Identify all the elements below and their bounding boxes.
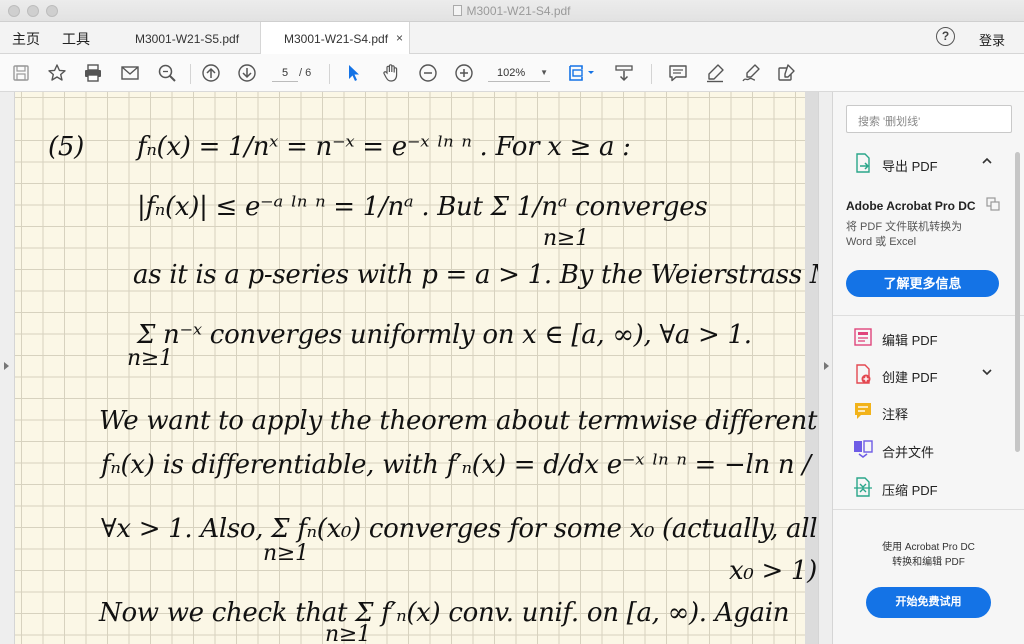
handwriting-line: as it is a p-series with p = a > 1. By t… [133,260,818,290]
combine-files-label: 合并文件 [882,445,935,460]
zoom-in-icon[interactable] [454,63,474,83]
comment-label: 注释 [882,407,909,422]
edit-pdf-item[interactable]: 编辑 PDF [833,319,1024,355]
create-pdf-item[interactable]: 创建 PDF [833,356,1024,392]
pdf-page: (5) fₙ(x) = 1/nˣ = n⁻ˣ = e⁻ˣ ˡⁿ ⁿ . For … [15,92,818,644]
sign-icon[interactable] [741,63,761,83]
compress-pdf-icon [853,477,873,497]
export-pdf-label: 导出 PDF [882,159,938,174]
handwriting-line: x₀ > 1). [729,556,818,586]
panel-scrollbar[interactable] [1015,152,1020,452]
promo-description: 将 PDF 文件联机转换为 Word 或 Excel [846,221,963,248]
tab-document-s4[interactable]: M3001-W21-S4.pdf × [260,22,410,55]
tab-label: M3001-W21-S5.pdf [135,32,240,46]
zoom-value: 102% [497,67,526,79]
fill-sign-icon[interactable] [777,63,797,83]
left-panel-toggle[interactable] [0,92,15,644]
toolbar-divider [329,64,330,84]
page-up-icon[interactable] [201,63,221,83]
compress-pdf-label: 压缩 PDF [882,483,938,498]
zoom-out-icon[interactable] [418,63,438,83]
comment-tool-icon [853,401,873,421]
zoom-search-icon[interactable] [157,63,177,83]
menu-home[interactable]: 主页 [12,29,40,49]
handwriting-subscript: n≥1 [263,541,309,566]
export-pdf-item[interactable]: 导出 PDF [833,145,1024,181]
create-pdf-label: 创建 PDF [882,370,938,385]
chevron-down-icon[interactable] [981,366,993,381]
edit-pdf-icon [853,327,873,347]
handwriting-line: fₙ(x) is differentiable, with f′ₙ(x) = d… [101,450,818,480]
help-icon[interactable]: ? [936,27,955,46]
zoom-select[interactable]: 102% ▼ [488,64,550,82]
promo-footer-line1: 使用 Acrobat Pro DC [882,542,975,553]
scroll-mode-icon[interactable] [614,63,634,83]
email-icon[interactable] [120,63,140,83]
menu-tools[interactable]: 工具 [62,29,90,49]
window-title-text: M3001-W21-S4.pdf [466,4,571,18]
page-down-icon[interactable] [237,63,257,83]
window-title: M3001-W21-S4.pdf [0,4,1024,18]
handwriting-subscript: n≥1 [543,226,589,251]
panel-divider [833,509,1024,510]
chevron-down-icon: ▼ [540,68,548,77]
handwriting-line: fₙ(x) = 1/nˣ = n⁻ˣ = e⁻ˣ ˡⁿ ⁿ . For x ≥ … [137,132,631,162]
tab-bar: 主页 工具 M3001-W21-S5.pdf M3001-W21-S4.pdf ×… [0,22,1024,55]
create-pdf-icon [853,364,873,384]
print-icon[interactable] [83,63,103,83]
toolbar-divider [651,64,652,84]
comment-icon[interactable] [668,63,688,83]
document-viewport[interactable]: (5) fₙ(x) = 1/nˣ = n⁻ˣ = e⁻ˣ ˡⁿ ⁿ . For … [15,92,818,644]
expand-left-icon [4,362,9,370]
promo-footer-line2: 转换和编辑 PDF [892,557,965,568]
handwriting-line: |fₙ(x)| ≤ e⁻ᵃ ˡⁿ ⁿ = 1/nᵃ . But Σ 1/nᵃ c… [137,192,708,222]
combine-files-icon [853,439,873,459]
handwriting-line: ∀x > 1. Also, Σ fₙ(x₀) converges for som… [101,514,818,544]
handwriting-line: Σ n⁻ˣ converges uniformly on x ∈ [a, ∞),… [137,320,752,350]
fit-page-icon[interactable] [566,63,596,83]
handwriting-line: (5) [48,132,84,162]
right-panel-toggle[interactable] [818,92,833,644]
toolbar: 5 / 6 102% ▼ [0,54,1024,92]
page-total: / 6 [299,67,312,79]
save-icon[interactable] [11,63,31,83]
tools-search-input[interactable]: 搜索 '删划线' [846,105,1012,133]
toolbar-divider [190,64,191,84]
combine-files-item[interactable]: 合并文件 [833,431,1024,467]
select-cursor-icon[interactable] [344,63,364,83]
page-number-input[interactable]: 5 [272,64,298,82]
title-bar: M3001-W21-S4.pdf [0,0,1024,22]
handwriting-subscript: n≥1 [325,622,371,644]
document-icon [453,5,463,16]
export-pdf-icon [853,153,873,173]
hand-icon[interactable] [381,63,401,83]
comment-item[interactable]: 注释 [833,393,1024,429]
handwriting-subscript: n≥1 [127,346,173,371]
edit-pdf-label: 编辑 PDF [882,333,938,348]
star-icon[interactable] [47,63,67,83]
handwriting-line: We want to apply the theorem about termw… [99,406,818,436]
close-tab-icon[interactable]: × [396,31,403,45]
tab-label: M3001-W21-S4.pdf [284,32,389,46]
chevron-up-icon[interactable] [981,155,993,170]
highlight-icon[interactable] [705,63,725,83]
compress-pdf-item[interactable]: 压缩 PDF [833,469,1024,505]
promo-title: Adobe Acrobat Pro DC [846,199,976,213]
login-button[interactable]: 登录 [979,30,1005,49]
collapse-right-icon [824,362,829,370]
learn-more-button[interactable]: 了解更多信息 [846,270,999,297]
tab-document-s5[interactable]: M3001-W21-S5.pdf [119,22,259,54]
handwriting-line: Now we check that Σ f′ₙ(x) conv. unif. o… [99,598,790,628]
copy-icon[interactable] [986,197,1000,211]
start-trial-button[interactable]: 开始免费试用 [866,587,991,618]
panel-divider [833,315,1024,316]
tools-panel: 搜索 '删划线' 导出 PDF Adobe Acrobat Pro DC 将 P… [833,92,1024,644]
